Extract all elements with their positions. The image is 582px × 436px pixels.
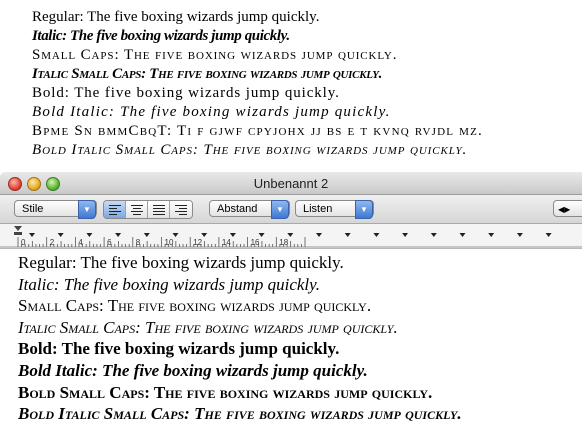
ruler-label: 18 — [279, 238, 288, 247]
chevron-down-icon: ▼ — [78, 200, 96, 219]
alignment-controls — [103, 200, 193, 219]
tab-stop-marker — [172, 233, 179, 237]
ruler[interactable]: 0 2 4 6 8 10 12 14 16 18 — [0, 224, 582, 249]
tab-stop-marker — [229, 233, 236, 237]
doc-bold-italic: Bold Italic: The five boxing wizards jum… — [18, 360, 368, 380]
tab-stop-marker — [488, 233, 495, 237]
tab-stop-marker — [29, 233, 35, 237]
specimen-garbled-small-caps: Bpme Sn bmmCbqT: Ti f gjwf cpyjohx jj bs… — [32, 123, 483, 139]
specimen-italic-small-caps: Italic Small Caps: The five boxing wizar… — [32, 66, 383, 82]
ruler-label: 8 — [136, 238, 141, 247]
textedit-window: Unbenannt 2 Stile ▼ Abstand ▼ Listen ▼ ◀… — [0, 170, 582, 436]
specimen-bold-italic: Bold Italic: The five boxing wizards jum… — [32, 104, 391, 120]
ruler-label: 10 — [165, 238, 174, 247]
tab-stop-marker — [516, 233, 523, 237]
spacing-popup-label: Abstand — [217, 203, 258, 215]
doc-bold-small-caps: Bold Small Caps: The five boxing wizards… — [18, 382, 433, 402]
doc-italic: Italic: The five boxing wizards jump qui… — [18, 274, 321, 294]
doc-italic-small-caps: Italic Small Caps: The five boxing wizar… — [18, 317, 398, 337]
tab-stop-marker — [57, 233, 64, 237]
font-specimen: Regular: The five boxing wizards jump qu… — [32, 8, 577, 160]
style-popup[interactable]: Stile ▼ — [14, 200, 97, 219]
indent-marker-base — [14, 232, 22, 235]
tab-stop-marker — [258, 233, 265, 237]
ruler-label: 6 — [107, 238, 112, 247]
doc-regular: Regular: The five boxing wizards jump qu… — [18, 253, 344, 272]
lists-popup-label: Listen — [303, 203, 333, 215]
tab-stop-marker — [373, 233, 380, 237]
window-title: Unbenannt 2 — [253, 176, 329, 191]
align-justify-button[interactable] — [148, 201, 170, 218]
tab-stop-marker — [115, 233, 122, 237]
doc-small-caps: Small Caps: The five boxing wizards jump… — [18, 296, 372, 316]
arrow-right-icon[interactable]: ▶ — [564, 205, 570, 214]
tab-stop-marker — [430, 233, 437, 237]
align-center-button[interactable] — [126, 201, 148, 218]
specimen-regular: Regular: The five boxing wizards jump qu… — [32, 9, 320, 25]
indent-marker — [14, 226, 22, 231]
ruler-label: 16 — [251, 238, 260, 247]
align-right-button[interactable] — [170, 201, 192, 218]
chevron-down-icon: ▼ — [355, 200, 373, 219]
tab-stop-marker — [201, 233, 208, 237]
align-left-button[interactable] — [104, 201, 126, 218]
tab-stop-marker — [344, 233, 351, 237]
document-body[interactable]: Regular: The five boxing wizards jump qu… — [18, 252, 578, 425]
doc-bold-italic-small-caps: Bold Italic Small Caps: The five boxing … — [18, 404, 462, 424]
tab-stop-marker — [143, 233, 150, 237]
lists-popup[interactable]: Listen ▼ — [295, 200, 374, 219]
chevron-down-icon: ▼ — [271, 200, 289, 219]
specimen-italic: Italic: The five boxing wizards jump qui… — [32, 28, 290, 44]
tab-stop-marker — [545, 233, 552, 237]
ruler-scale: 0 2 4 6 8 10 12 14 16 18 — [0, 226, 582, 248]
tab-stop-marker — [402, 233, 409, 237]
ruler-label: 14 — [222, 238, 231, 247]
ruler-label: 4 — [78, 238, 83, 247]
spacing-popup[interactable]: Abstand ▼ — [209, 200, 290, 219]
tab-stop-marker — [287, 233, 294, 237]
format-toolbar: Stile ▼ Abstand ▼ Listen ▼ ◀▶ — [0, 195, 582, 224]
window-titlebar[interactable]: Unbenannt 2 — [0, 172, 582, 195]
tab-stop-marker — [459, 233, 466, 237]
page-nav-buttons[interactable]: ◀▶ — [553, 200, 582, 217]
specimen-bold: Bold: The five boxing wizards jump quick… — [32, 85, 340, 101]
ruler-label: 0 — [21, 238, 26, 247]
ruler-label: 12 — [193, 238, 202, 247]
specimen-small-caps: Small Caps: The five boxing wizards jump… — [32, 47, 398, 63]
tab-stop-marker — [316, 233, 322, 237]
ruler-label: 2 — [50, 238, 55, 247]
specimen-bold-italic-small-caps: Bold Italic Small Caps: The five boxing … — [32, 142, 468, 158]
doc-bold: Bold: The five boxing wizards jump quick… — [18, 339, 340, 359]
tab-stop-marker — [86, 233, 93, 237]
style-popup-label: Stile — [22, 203, 44, 215]
